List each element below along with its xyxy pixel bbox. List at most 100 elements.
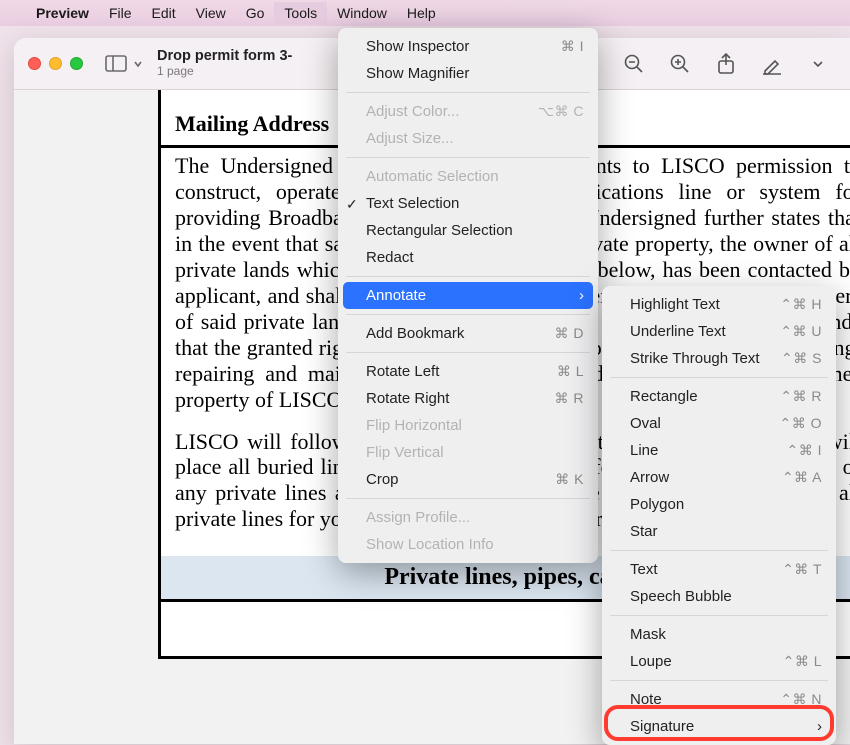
tools-item-flip-horizontal: Flip Horizontal (338, 412, 598, 439)
document-title-area: Drop permit form 3- 1 page (157, 48, 292, 78)
menu-item-label: Flip Horizontal (366, 417, 584, 434)
menu-item-label: Rotate Left (366, 363, 557, 380)
annotate-item-rectangle[interactable]: Rectangle⌃⌘ R (602, 383, 836, 410)
close-window-button[interactable] (28, 57, 41, 70)
menu-file[interactable]: File (99, 2, 142, 24)
menu-item-label: Crop (366, 471, 555, 488)
tools-item-rotate-left[interactable]: Rotate Left⌘ L (338, 358, 598, 385)
menu-item-label: Arrow (630, 469, 782, 486)
tools-separator (346, 352, 590, 353)
annotate-separator (610, 550, 828, 551)
menu-item-label: Mask (630, 626, 822, 643)
check-icon: ✓ (346, 196, 358, 213)
menu-item-label: Add Bookmark (366, 325, 555, 342)
menu-help[interactable]: Help (397, 2, 446, 24)
sidebar-toggle-button[interactable] (105, 50, 143, 78)
tools-item-show-inspector[interactable]: Show Inspector⌘ I (338, 33, 598, 60)
chevron-right-icon: › (579, 287, 584, 304)
tools-separator (346, 157, 590, 158)
app-menu[interactable]: Preview (26, 2, 99, 24)
menu-item-label: Underline Text (630, 323, 780, 340)
annotate-item-text[interactable]: Text⌃⌘ T (602, 556, 836, 583)
menu-item-label: Speech Bubble (630, 588, 822, 605)
menubar: Preview File Edit View Go Tools Window H… (0, 0, 850, 26)
menu-item-shortcut: ⌃⌘ N (780, 691, 822, 708)
minimize-window-button[interactable] (49, 57, 62, 70)
tools-item-redact[interactable]: Redact (338, 244, 598, 271)
menu-item-label: Rectangular Selection (366, 222, 584, 239)
annotate-item-loupe[interactable]: Loupe⌃⌘ L (602, 648, 836, 675)
tools-item-rectangular-selection[interactable]: Rectangular Selection (338, 217, 598, 244)
tools-item-annotate[interactable]: Annotate › (343, 282, 593, 309)
tools-separator (346, 92, 590, 93)
menu-item-shortcut: ⌃⌘ U (780, 323, 822, 340)
annotate-item-strike-through-text[interactable]: Strike Through Text⌃⌘ S (602, 345, 836, 372)
menu-item-shortcut: ⌘ L (557, 363, 584, 380)
annotate-item-highlight-text[interactable]: Highlight Text⌃⌘ H (602, 291, 836, 318)
tools-item-assign-profile: Assign Profile... (338, 504, 598, 531)
menu-item-shortcut: ⌃⌘ S (781, 350, 822, 367)
annotate-item-line[interactable]: Line⌃⌘ I (602, 437, 836, 464)
menu-item-shortcut: ⌃⌘ H (780, 296, 822, 313)
annotate-item-oval[interactable]: Oval⌃⌘ O (602, 410, 836, 437)
toolbar-overflow[interactable] (800, 48, 836, 80)
tools-item-add-bookmark[interactable]: Add Bookmark⌘ D (338, 320, 598, 347)
menu-item-shortcut: ⌃⌘ L (783, 653, 822, 670)
menu-item-label: Highlight Text (630, 296, 780, 313)
annotate-separator (610, 615, 828, 616)
tools-item-adjust-size: Adjust Size... (338, 125, 598, 152)
tools-item-adjust-color: Adjust Color...⌥⌘ C (338, 98, 598, 125)
document-title: Drop permit form 3- (157, 48, 292, 65)
window-controls (28, 57, 83, 70)
annotate-item-arrow[interactable]: Arrow⌃⌘ A (602, 464, 836, 491)
menu-item-shortcut: ⌘ K (555, 471, 584, 488)
menu-item-shortcut: ⌃⌘ T (782, 561, 822, 578)
menu-item-label: Assign Profile... (366, 509, 584, 526)
tools-item-crop[interactable]: Crop⌘ K (338, 466, 598, 493)
annotate-item-note[interactable]: Note⌃⌘ N (602, 686, 836, 713)
zoom-in-button[interactable] (662, 48, 698, 80)
menu-item-shortcut: ⌥⌘ C (538, 103, 584, 120)
menu-item-shortcut: ⌘ I (561, 38, 584, 55)
menu-item-label: Star (630, 523, 822, 540)
zoom-window-button[interactable] (70, 57, 83, 70)
menu-item-shortcut: ⌃⌘ I (786, 442, 822, 459)
annotate-item-speech-bubble[interactable]: Speech Bubble (602, 583, 836, 610)
tools-item-show-location-info: Show Location Info (338, 531, 598, 558)
tools-separator (346, 498, 590, 499)
menu-item-shortcut: ⌃⌘ A (782, 469, 822, 486)
tools-item-show-magnifier[interactable]: Show Magnifier (338, 60, 598, 87)
menu-item-label: Flip Vertical (366, 444, 584, 461)
menu-item-shortcut: ⌃⌘ R (780, 388, 822, 405)
tools-dropdown-menu: Show Inspector⌘ IShow Magnifier Adjust Co… (338, 28, 598, 563)
menu-tools[interactable]: Tools (274, 2, 327, 24)
annotate-item-star[interactable]: Star (602, 518, 836, 545)
tools-item-rotate-right[interactable]: Rotate Right⌘ R (338, 385, 598, 412)
menu-item-label: Polygon (630, 496, 822, 513)
menu-item-label: Loupe (630, 653, 783, 670)
annotate-item-signature[interactable]: Signature› (602, 713, 836, 740)
tools-item-text-selection[interactable]: ✓ Text Selection (338, 190, 598, 217)
annotate-item-polygon[interactable]: Polygon (602, 491, 836, 518)
menu-edit[interactable]: Edit (142, 2, 186, 24)
menu-item-shortcut: ⌘ R (555, 390, 585, 407)
share-button[interactable] (708, 48, 744, 80)
menu-item-label: Show Location Info (366, 536, 584, 553)
menu-go[interactable]: Go (236, 2, 275, 24)
zoom-out-button[interactable] (616, 48, 652, 80)
menu-item-label: Text Selection (366, 195, 584, 212)
annotate-separator (610, 680, 828, 681)
menu-item-label: Adjust Size... (366, 130, 584, 147)
menu-window[interactable]: Window (327, 2, 397, 24)
tools-separator (346, 314, 590, 315)
menu-item-label: Text (630, 561, 782, 578)
annotate-separator (610, 377, 828, 378)
annotate-item-underline-text[interactable]: Underline Text⌃⌘ U (602, 318, 836, 345)
annotate-item-mask[interactable]: Mask (602, 621, 836, 648)
menu-item-label: Adjust Color... (366, 103, 538, 120)
menu-item-label: Annotate (366, 287, 571, 304)
menu-item-label: Rectangle (630, 388, 780, 405)
menu-item-label: Automatic Selection (366, 168, 584, 185)
menu-view[interactable]: View (186, 2, 236, 24)
markup-button[interactable] (754, 48, 790, 80)
